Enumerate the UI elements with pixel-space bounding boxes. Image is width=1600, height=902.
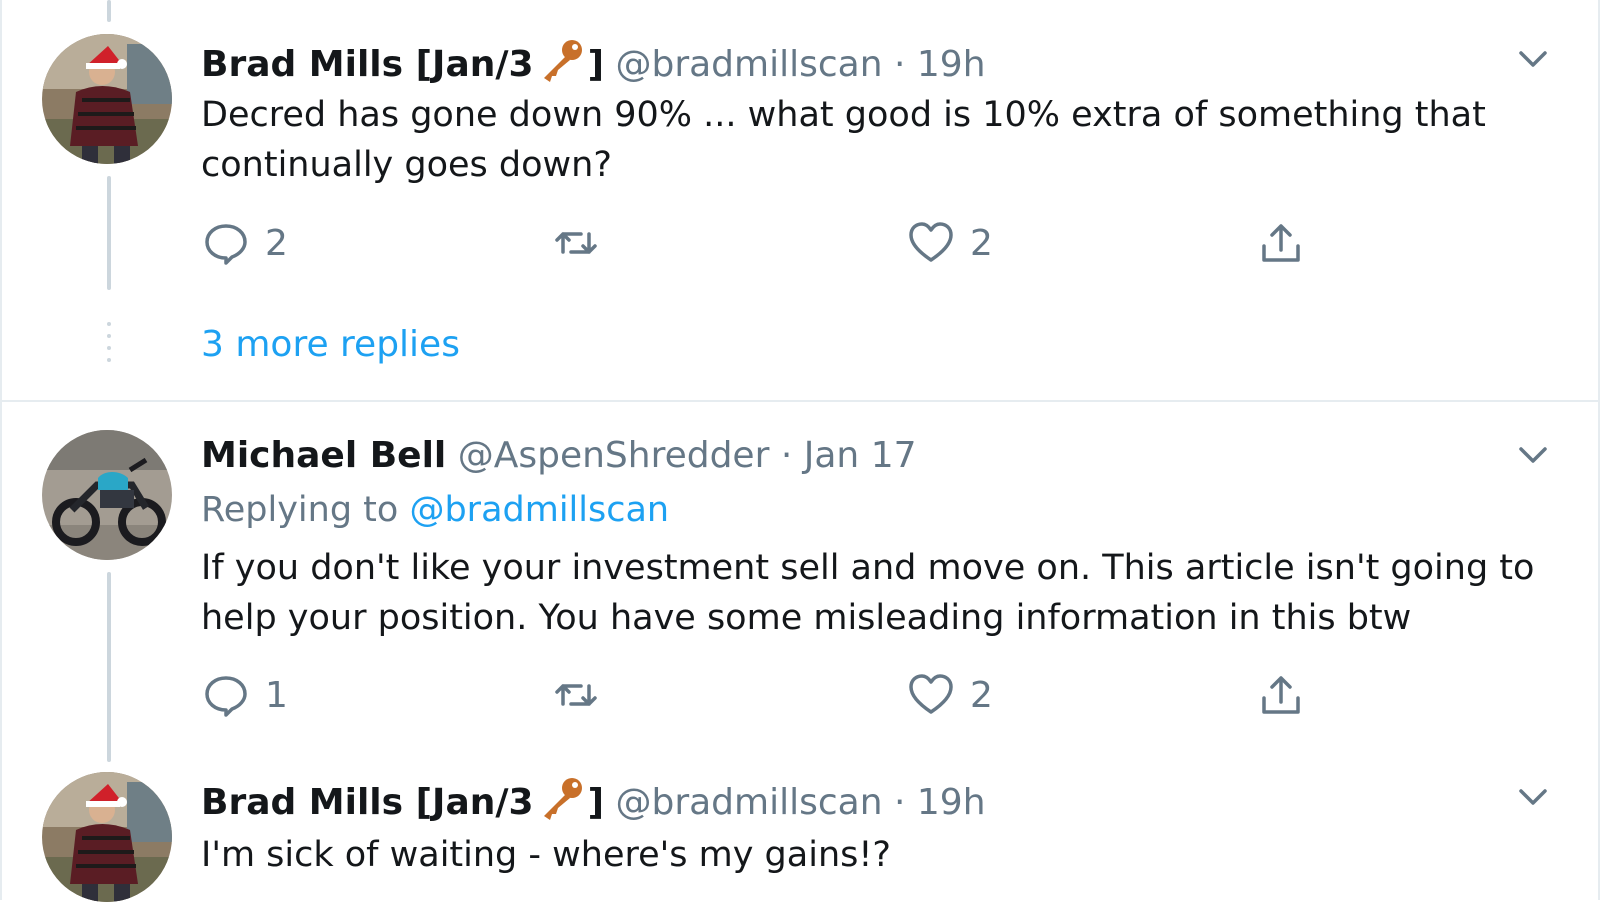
chevron-down-icon[interactable] (1516, 42, 1550, 76)
share-icon (1262, 676, 1300, 714)
separator-dot: · (780, 435, 793, 476)
tweet-actions: 1 2 (201, 670, 1401, 720)
separator-dot: · (894, 44, 906, 85)
display-name-suffix: ] (587, 44, 605, 85)
thread-line (107, 572, 111, 762)
like-count: 2 (970, 674, 993, 716)
tweet-actions: 2 2 (201, 218, 1401, 268)
thread-dots (107, 322, 111, 370)
heart-icon (909, 222, 953, 262)
replying-to: Replying to @bradmillscan (201, 490, 669, 530)
avatar[interactable] (42, 34, 172, 164)
avatar[interactable] (42, 772, 172, 902)
more-replies-link[interactable]: 3 more replies (201, 324, 460, 365)
tweet-header: Brad Mills [Jan/3] @bradmillscan · 19h (201, 38, 986, 93)
timeline-border-left (0, 0, 2, 900)
reply-icon (205, 676, 247, 717)
thread-line-top (107, 0, 111, 22)
thread-line (107, 176, 111, 290)
display-name[interactable]: Brad Mills [Jan/3 (201, 44, 534, 85)
retweet-icon (555, 684, 597, 706)
tweet-header: Brad Mills [Jan/3] @bradmillscan · 19h (201, 776, 986, 831)
display-name-suffix: ] (587, 782, 605, 823)
tweet-text: Decred has gone down 90% ... what good i… (201, 95, 1486, 185)
heart-icon (909, 674, 953, 714)
user-handle[interactable]: @AspenShredder (458, 435, 770, 476)
key-emoji-icon (536, 776, 586, 831)
divider (0, 400, 1600, 402)
replying-to-handle[interactable]: @bradmillscan (409, 490, 669, 530)
reply-count: 2 (265, 222, 288, 264)
retweet-button[interactable] (551, 218, 601, 268)
retweet-button[interactable] (551, 670, 601, 720)
display-name[interactable]: Brad Mills [Jan/3 (201, 782, 534, 823)
replying-to-label: Replying to (201, 490, 399, 530)
key-emoji-icon (536, 38, 586, 93)
retweet-icon (555, 232, 597, 254)
share-button[interactable] (1256, 670, 1306, 720)
tweet-text: If you don't like your investment sell a… (201, 548, 1535, 638)
reply-button[interactable]: 2 (201, 218, 288, 268)
like-button[interactable]: 2 (906, 218, 993, 268)
share-button[interactable] (1256, 218, 1306, 268)
like-count: 2 (970, 222, 993, 264)
like-button[interactable]: 2 (906, 670, 993, 720)
timestamp[interactable]: Jan 17 (804, 435, 917, 476)
user-handle[interactable]: @bradmillscan (615, 44, 882, 85)
timestamp[interactable]: 19h (917, 782, 986, 823)
avatar[interactable] (42, 430, 172, 560)
reply-icon (205, 224, 247, 265)
chevron-down-icon[interactable] (1516, 438, 1550, 472)
tweet-text: I'm sick of waiting - where's my gains!? (201, 835, 891, 875)
share-icon (1262, 224, 1300, 262)
display-name[interactable]: Michael Bell (201, 435, 446, 476)
user-handle[interactable]: @bradmillscan (615, 782, 882, 823)
tweet-header: Michael Bell @AspenShredder · Jan 17 (201, 434, 917, 478)
chevron-down-icon[interactable] (1516, 780, 1550, 814)
timestamp[interactable]: 19h (917, 44, 986, 85)
reply-button[interactable]: 1 (201, 670, 288, 720)
reply-count: 1 (265, 674, 288, 716)
separator-dot: · (894, 782, 906, 823)
